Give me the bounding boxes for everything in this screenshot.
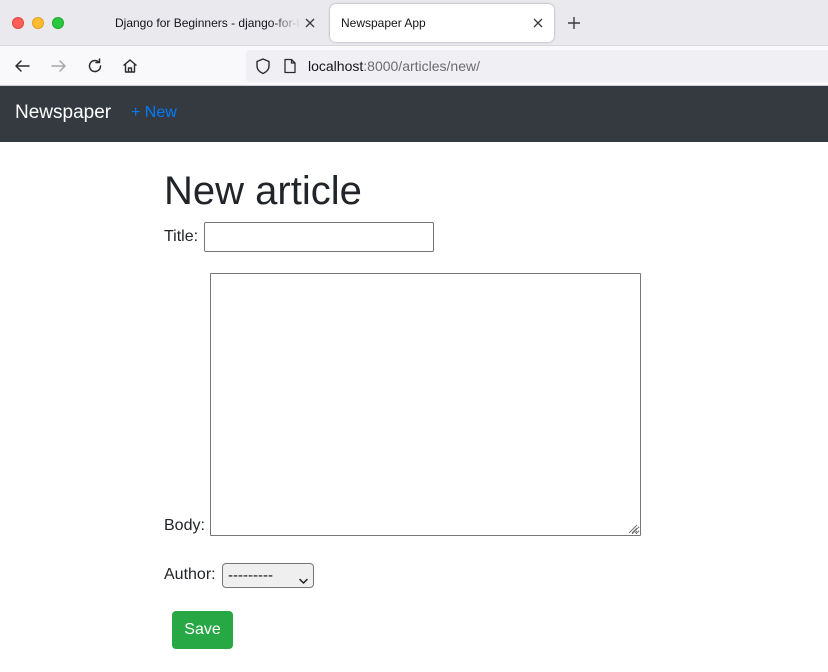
- plus-icon[interactable]: [564, 13, 584, 33]
- author-label: Author:: [164, 566, 216, 583]
- browser-toolbar: localhost:8000/articles/new/: [0, 46, 828, 86]
- site-navbar: Newspaper + New: [0, 86, 828, 142]
- body-label: Body:: [164, 517, 205, 534]
- window-minimize-dot[interactable]: [32, 17, 44, 29]
- title-input[interactable]: [204, 222, 434, 252]
- close-icon[interactable]: [302, 15, 318, 31]
- tab-label: Django for Beginners - django-for-beginn…: [115, 16, 300, 30]
- home-icon[interactable]: [120, 56, 140, 76]
- page-icon: [283, 58, 297, 79]
- shield-icon[interactable]: [254, 57, 272, 80]
- resize-handle-icon[interactable]: [626, 521, 638, 534]
- url-host: localhost: [308, 58, 364, 74]
- forward-arrow-icon[interactable]: [49, 56, 69, 76]
- url-text: localhost:8000/articles/new/: [308, 58, 480, 74]
- back-arrow-icon[interactable]: [12, 56, 32, 76]
- title-label: Title:: [164, 228, 199, 245]
- tab-label: Newspaper App: [341, 16, 426, 30]
- body-textarea[interactable]: [210, 273, 641, 536]
- url-bar[interactable]: localhost:8000/articles/new/: [246, 50, 828, 82]
- url-path: :8000/articles/new/: [363, 58, 480, 74]
- close-icon[interactable]: [530, 15, 546, 31]
- brand-logo[interactable]: Newspaper: [15, 102, 111, 124]
- window-close-dot[interactable]: [12, 17, 24, 29]
- page-title: New article: [164, 169, 362, 213]
- reload-icon[interactable]: [85, 56, 105, 76]
- chevron-down-icon: [299, 572, 308, 589]
- author-select[interactable]: ---------: [222, 563, 314, 588]
- save-button[interactable]: Save: [172, 611, 233, 649]
- browser-tab-django-for-beginners[interactable]: Django for Beginners - django-for-beginn…: [104, 4, 326, 42]
- browser-tab-bar: Django for Beginners - django-for-beginn…: [0, 0, 828, 46]
- browser-tab-newspaper-app[interactable]: Newspaper App: [330, 4, 554, 42]
- author-selected-value: ---------: [228, 567, 273, 584]
- window-zoom-dot[interactable]: [52, 17, 64, 29]
- new-article-link[interactable]: + New: [131, 104, 177, 122]
